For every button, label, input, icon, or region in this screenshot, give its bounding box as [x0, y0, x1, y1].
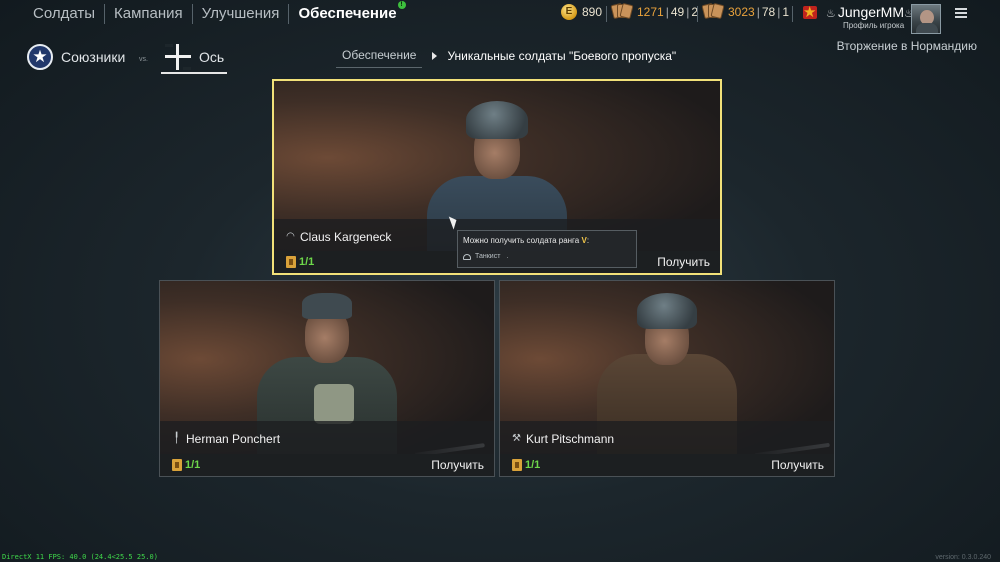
- soldier-name: Herman Ponchert: [186, 432, 281, 446]
- chevron-right-icon: [432, 52, 438, 60]
- divider: [606, 6, 607, 22]
- faction-allies[interactable]: ★ Союзники: [27, 42, 125, 72]
- faction-axis[interactable]: Ось: [165, 42, 224, 72]
- soldier-count: 1/1: [299, 256, 315, 268]
- version-label: version: 0.3.0.240: [935, 554, 991, 561]
- profile-label[interactable]: Профиль игрока: [843, 21, 904, 30]
- gold-currency[interactable]: E 890: [561, 4, 602, 20]
- player-name[interactable]: ♨ JungerMM♨: [826, 4, 916, 20]
- axis-cross-icon: [165, 44, 191, 70]
- get-soldier-button[interactable]: Получить: [657, 255, 710, 269]
- gasmask-case: [314, 384, 354, 424]
- ticket-icon: [512, 459, 522, 471]
- rifle-icon: ╿: [173, 433, 180, 444]
- gold-cards-icon: [701, 2, 725, 20]
- tank-icon: [463, 253, 471, 260]
- separator: |: [665, 4, 669, 19]
- soldier-name: Kurt Pitschmann: [526, 432, 615, 446]
- separator: |: [686, 4, 690, 19]
- soldier-name: Claus Kargeneck: [300, 230, 392, 244]
- wrench-icon: ⚒: [512, 433, 521, 444]
- player-name-text: JungerMM: [837, 4, 905, 20]
- separator: |: [756, 4, 760, 19]
- card-footer: 1/1 Получить: [500, 454, 834, 476]
- main-nav: Солдаты Кампания Улучшения Обеспечение !: [24, 0, 406, 28]
- breadcrumb-current: Уникальные солдаты "Боевого пропуска": [447, 48, 677, 63]
- ticket-icon: [172, 459, 182, 471]
- silver-tickets-amount: 1271: [637, 4, 664, 19]
- gold-tickets[interactable]: 3023 | 78 | 1: [701, 2, 789, 20]
- tooltip-text: Можно получить солдата ранга V:: [463, 236, 631, 245]
- soldier-card-kurt[interactable]: ⚒ Kurt Pitschmann 1/1 Получить: [499, 280, 835, 477]
- ticket-icon: [286, 256, 296, 268]
- menu-icon[interactable]: [955, 8, 967, 18]
- divider: [792, 6, 793, 22]
- get-soldier-button[interactable]: Получить: [431, 458, 484, 472]
- silver-tickets-parts: 49: [670, 4, 685, 19]
- card-footer: 1/1 Получить: [160, 454, 494, 476]
- get-soldier-button[interactable]: Получить: [771, 458, 824, 472]
- vs-label: vs.: [139, 56, 148, 63]
- nav-upgrades[interactable]: Улучшения: [193, 4, 290, 24]
- separator: |: [777, 4, 781, 19]
- breadcrumb: Обеспечение Уникальные солдаты "Боевого …: [336, 48, 676, 68]
- rank-tooltip: Можно получить солдата ранга V: Танкист …: [457, 230, 637, 268]
- tooltip-colon: :: [586, 236, 590, 245]
- name-strip: ╿ Herman Ponchert: [160, 421, 494, 455]
- nav-supply[interactable]: Обеспечение !: [289, 1, 406, 24]
- soldier-count: 1/1: [525, 459, 541, 471]
- tooltip-class-name: Танкист: [475, 253, 501, 260]
- gold-tickets-parts: 78: [761, 4, 776, 19]
- notification-badge: !: [397, 1, 406, 9]
- top-bar: Солдаты Кампания Улучшения Обеспечение !…: [0, 0, 1000, 34]
- gold-tickets-amount: 3023: [728, 4, 755, 19]
- soldier-card-herman[interactable]: ╿ Herman Ponchert 1/1 Получить: [159, 280, 495, 477]
- breadcrumb-supply[interactable]: Обеспечение: [336, 48, 423, 68]
- allies-star-icon: ★: [27, 44, 53, 70]
- avatar[interactable]: [911, 4, 941, 34]
- allies-label: Союзники: [61, 49, 126, 65]
- soldier-count: 1/1: [185, 459, 201, 471]
- nav-supply-label: Обеспечение: [298, 5, 397, 22]
- flame-icon: ♨: [826, 8, 836, 20]
- tooltip-class: Танкист .: [463, 253, 631, 260]
- silver-tickets[interactable]: 1271 | 49 | 2: [610, 2, 698, 20]
- game-mode-title[interactable]: Вторжение в Нормандию: [837, 39, 977, 53]
- fps-counter: DirectX 11 FPS: 40.0 (24.4<25.5 25.0): [2, 553, 158, 561]
- tank-icon: ◠: [286, 231, 295, 242]
- tooltip-message: Можно получить солдата ранга: [463, 236, 580, 245]
- gold-coin-icon: E: [561, 4, 577, 20]
- name-strip: ⚒ Kurt Pitschmann: [500, 421, 834, 455]
- nav-campaign[interactable]: Кампания: [105, 4, 193, 24]
- axis-label: Ось: [199, 49, 225, 65]
- divider: [697, 6, 698, 22]
- axis-selected-underline: [161, 72, 227, 74]
- gold-amount: 890: [582, 5, 603, 19]
- nav-soldiers[interactable]: Солдаты: [24, 4, 106, 24]
- rank-star-icon: [803, 3, 817, 21]
- silver-cards-icon: [610, 2, 634, 20]
- gold-tickets-extra: 1: [782, 4, 789, 19]
- tooltip-dot: .: [506, 253, 509, 260]
